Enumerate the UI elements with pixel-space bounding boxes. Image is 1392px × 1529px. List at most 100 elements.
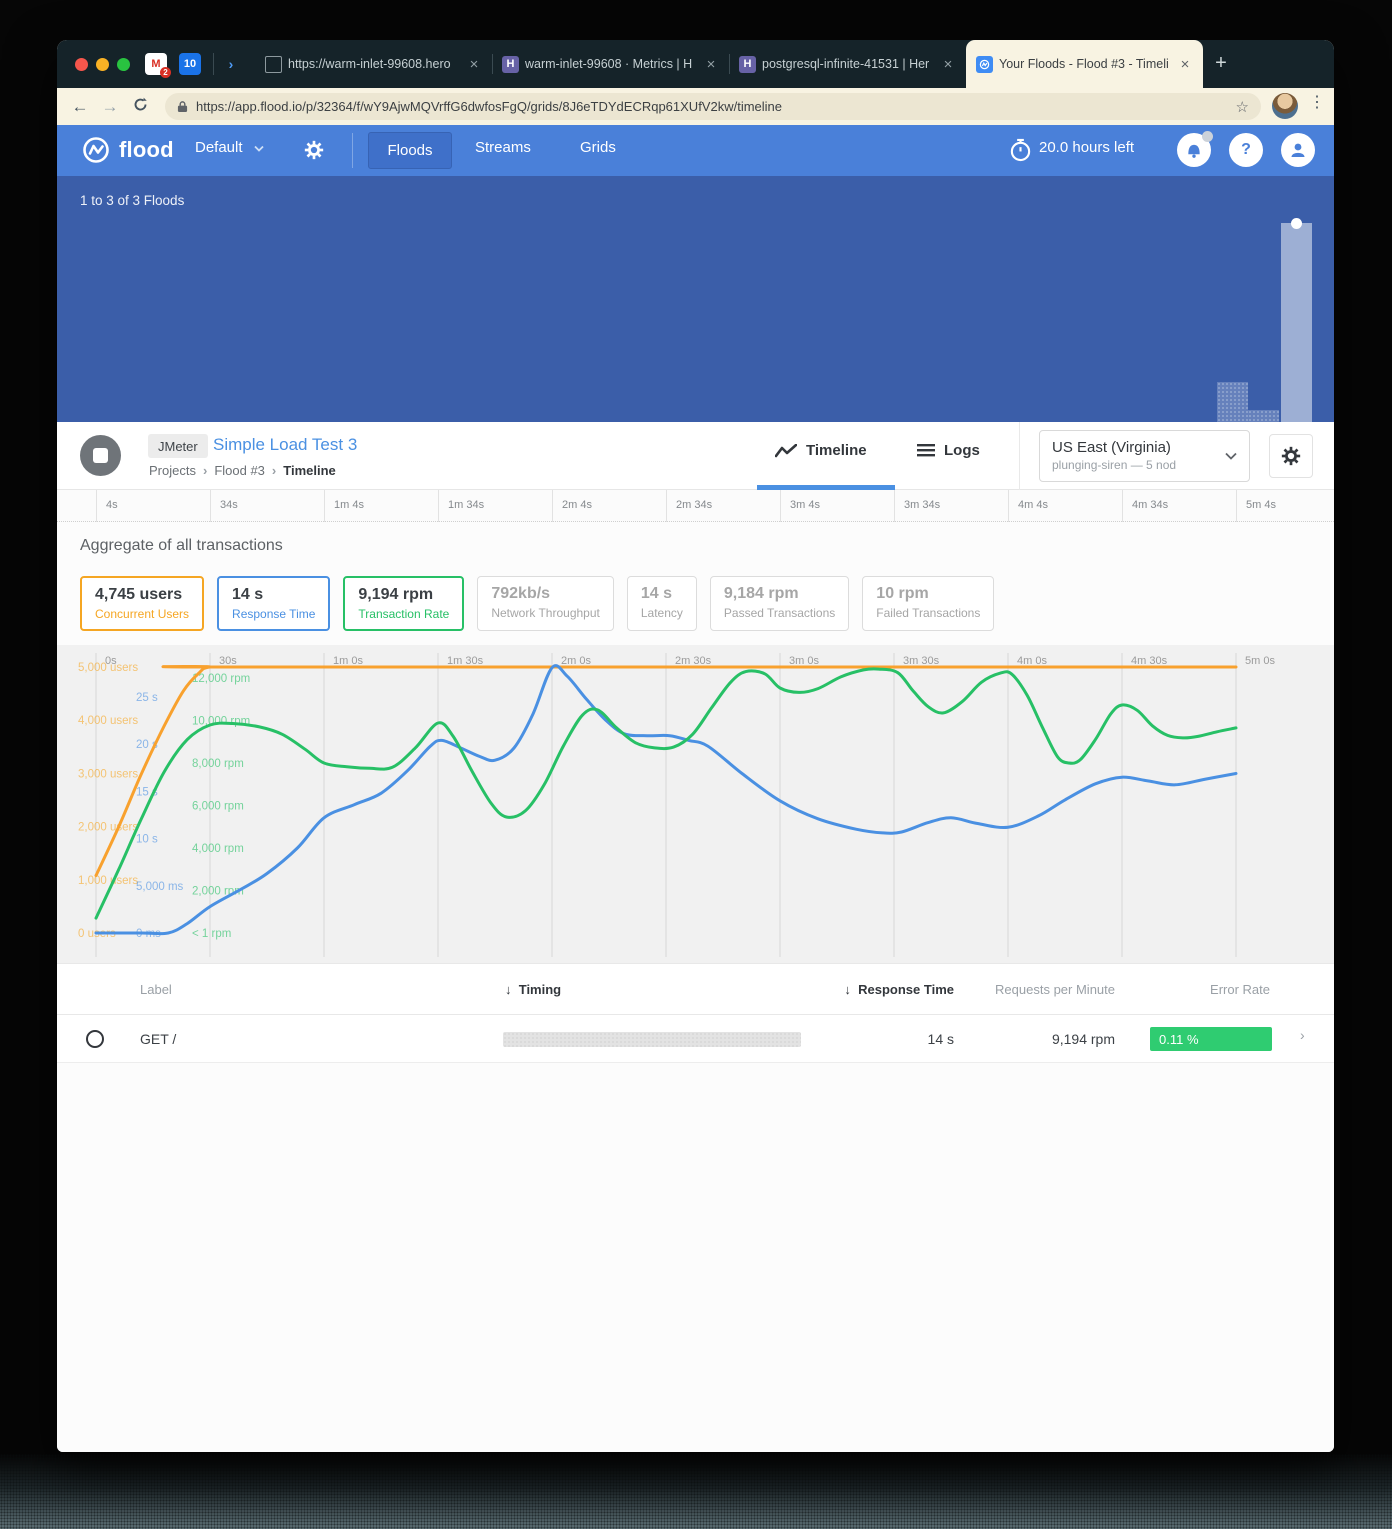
chevron-down-icon	[1225, 452, 1237, 460]
nav-item-streams[interactable]: Streams	[475, 139, 531, 156]
flood-mini-bar[interactable]	[1248, 410, 1279, 422]
column-label[interactable]: Label	[140, 982, 172, 997]
column-error-rate[interactable]: Error Rate	[1210, 982, 1270, 997]
chart-y-tick-response: 25 s	[136, 692, 158, 704]
reload-button[interactable]	[125, 97, 155, 117]
tab-title: postgresql-infinite-41531 | Her	[762, 57, 930, 71]
browser-tab[interactable]: Hwarm-inlet-99608 · Metrics | H ×	[492, 40, 729, 88]
forward-button[interactable]: →	[95, 97, 125, 117]
extension-arrow-icon[interactable]: ›	[220, 53, 242, 75]
tab-timeline[interactable]: Timeline	[775, 442, 867, 459]
floods-count-label: 1 to 3 of 3 Floods	[80, 193, 185, 208]
tab-close-icon[interactable]: ×	[703, 56, 719, 73]
metric-card-transaction-rate[interactable]: 9,194 rpm Transaction Rate	[343, 576, 465, 631]
breadcrumb-timeline: Timeline	[283, 463, 336, 478]
metric-value: 792kb/s	[491, 585, 551, 602]
breadcrumb-separator: ›	[202, 463, 208, 478]
floods-banner: 1 to 3 of 3 Floods	[57, 176, 1334, 422]
metric-value: 14 s	[640, 585, 672, 602]
metric-value: 9,194 rpm	[358, 586, 434, 603]
flood-mini-bar[interactable]	[1281, 223, 1312, 422]
url-text[interactable]: https://app.flood.io/p/32364/f/wY9AjwMQV…	[196, 99, 1236, 114]
breadcrumb-projects[interactable]: Projects	[149, 463, 196, 478]
chart-y-tick-users: 4,000 users	[78, 715, 138, 727]
timeline-chart[interactable]: 0s 30s 1m 0s 1m 30s 2m 0s 2m 30s 3m 0s 3m 30s 4m…	[57, 645, 1334, 963]
bookmark-star-icon[interactable]: ☆	[1236, 98, 1249, 116]
region-selector[interactable]: US East (Virginia) plunging-siren — 5 no…	[1039, 430, 1250, 482]
back-button[interactable]: ←	[65, 97, 95, 117]
chart-y-tick-rate: < 1 rpm	[192, 928, 231, 940]
ruler-tick: 4m 4s	[1008, 490, 1122, 522]
profile-avatar[interactable]	[1272, 93, 1298, 119]
tab-close-icon[interactable]: ×	[1177, 56, 1193, 73]
column-timing[interactable]: ↓ Timing	[505, 982, 561, 997]
browser-tab[interactable]: https://warm-inlet-99608.hero ×	[255, 40, 492, 88]
window-minimize-button[interactable]	[96, 58, 109, 71]
metric-label: Concurrent Users	[95, 607, 190, 621]
content-below	[57, 1063, 1334, 1452]
sort-arrow-icon: ↓	[844, 982, 851, 997]
breadcrumb-flood[interactable]: Flood #3	[214, 463, 265, 478]
metric-card-latency[interactable]: 14 s Latency	[626, 576, 697, 631]
browser-menu-icon[interactable]: ⋮	[1309, 92, 1325, 112]
row-chevron-icon[interactable]: ›	[1300, 1027, 1305, 1043]
flood-logo[interactable]: flood	[81, 135, 174, 165]
new-tab-button[interactable]: +	[1209, 52, 1233, 75]
chart-x-tick-label: 1m 30s	[447, 655, 484, 667]
chart-y-tick-rate: 6,000 rpm	[192, 801, 244, 813]
tab-logs[interactable]: Logs	[917, 442, 980, 459]
region-grid-detail: plunging-siren — 5 nod	[1052, 458, 1177, 472]
header-divider	[1019, 422, 1020, 490]
aggregate-title: Aggregate of all transactions	[80, 537, 283, 554]
workspace-selector[interactable]: Default	[195, 139, 264, 156]
window-zoom-button[interactable]	[117, 58, 130, 71]
address-bar[interactable]: https://app.flood.io/p/32364/f/wY9AjwMQV…	[165, 93, 1261, 120]
nav-item-floods[interactable]: Floods	[368, 132, 452, 169]
metric-card-passed-transactions[interactable]: 9,184 rpm Passed Transactions	[709, 576, 850, 631]
gmail-pinned-icon[interactable]: M2	[145, 53, 171, 78]
reload-icon	[134, 97, 147, 110]
column-response-time[interactable]: ↓ Response Time	[844, 982, 954, 997]
chart-y-tick-response: 10 s	[136, 834, 158, 846]
browser-tab[interactable]: Your Floods - Flood #3 - Timeli ×	[966, 40, 1203, 88]
notifications-button[interactable]	[1177, 131, 1213, 167]
test-title-link[interactable]: Simple Load Test 3	[213, 435, 357, 455]
flood-mini-bar[interactable]	[1217, 382, 1248, 422]
transaction-row[interactable]: GET / 14 s 9,194 rpm 0.11 % ›	[57, 1015, 1334, 1063]
heroku-icon: H	[502, 55, 519, 73]
chart-y-tick-rate: 10,000 rpm	[192, 716, 250, 728]
stopwatch-icon	[1009, 138, 1032, 167]
help-button[interactable]: ?	[1229, 133, 1263, 167]
timeline-ruler[interactable]: 4s 34s 1m 4s 1m 34s 2m 4s 2m 34s 3m 4s 3m 34s 4m…	[57, 490, 1334, 522]
chart-x-tick-label: 4m 30s	[1131, 655, 1168, 667]
sort-arrow-icon: ↓	[505, 982, 512, 997]
grid-settings-button[interactable]	[1269, 434, 1313, 478]
chart-y-tick-users: 1,000 users	[78, 875, 138, 887]
stop-flood-button[interactable]	[80, 435, 121, 476]
ruler-tick: 3m 34s	[894, 490, 1008, 522]
column-rpm[interactable]: Requests per Minute	[995, 982, 1115, 997]
tab-close-icon[interactable]: ×	[466, 56, 482, 73]
tab-close-icon[interactable]: ×	[940, 56, 956, 73]
metric-value: 4,745 users	[95, 586, 183, 603]
ruler-tick: 34s	[210, 490, 324, 522]
metric-card-response-time[interactable]: 14 s Response Time	[217, 576, 331, 631]
flood-icon	[976, 55, 993, 73]
ruler-tick: 3m 4s	[780, 490, 894, 522]
app-nav-bar: flood Default Floods Streams Grids 20.0 …	[57, 125, 1334, 176]
ruler-tick: 4s	[96, 490, 210, 522]
row-radio-button[interactable]	[86, 1030, 104, 1048]
workspace-settings-gear-icon[interactable]	[304, 140, 324, 164]
flood-marker-dot[interactable]	[1291, 218, 1302, 229]
chart-y-tick-users: 3,000 users	[78, 768, 138, 780]
metric-card-network-throughput[interactable]: 792kb/s Network Throughput	[477, 576, 614, 631]
window-close-button[interactable]	[75, 58, 88, 71]
calendar-pinned-icon[interactable]: 10	[179, 53, 201, 75]
metric-card-concurrent-users[interactable]: 4,745 users Concurrent Users	[80, 576, 205, 631]
browser-tab[interactable]: Hpostgresql-infinite-41531 | Her ×	[729, 40, 966, 88]
metric-card-failed-transactions[interactable]: 10 rpm Failed Transactions	[862, 576, 995, 631]
logs-list-icon	[917, 443, 935, 456]
gear-icon	[1281, 446, 1301, 466]
account-button[interactable]	[1281, 133, 1315, 167]
nav-item-grids[interactable]: Grids	[580, 139, 616, 156]
